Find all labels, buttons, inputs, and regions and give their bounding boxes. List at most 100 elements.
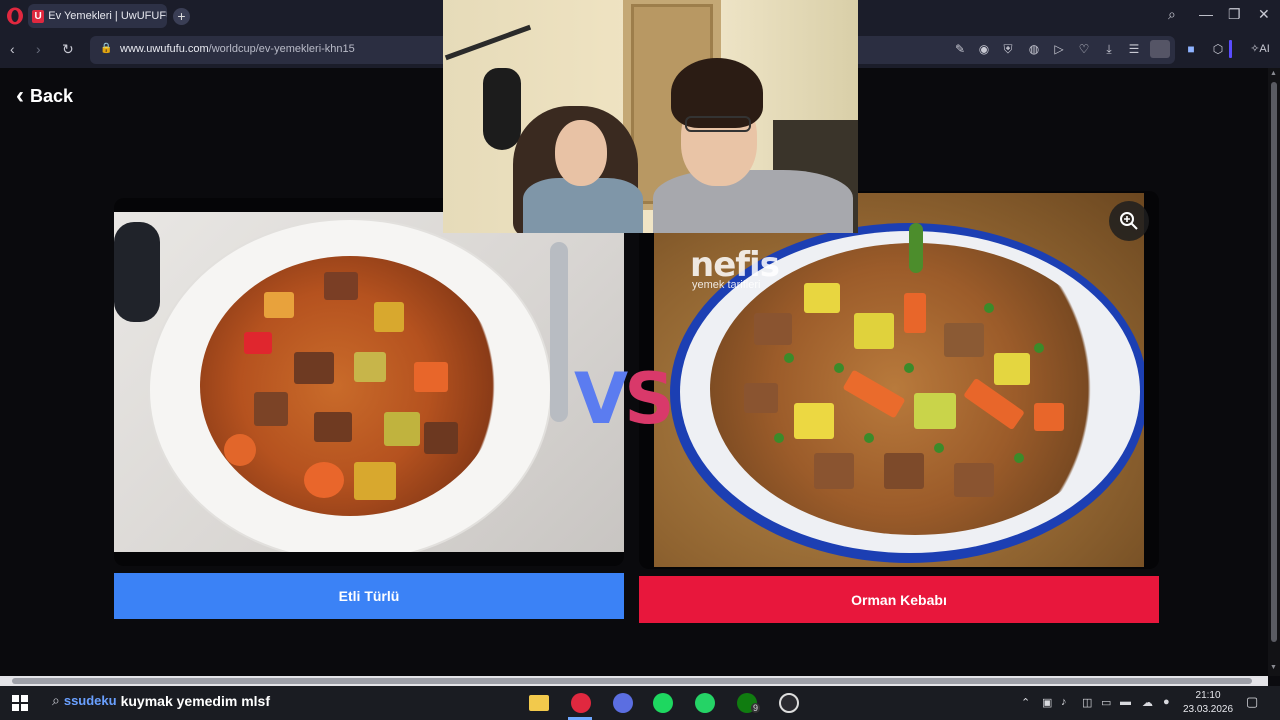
taskbar-search[interactable]: ⌕ ssudeku kuymak yemedim mlsf [52, 692, 270, 709]
streamer-1-body [523, 178, 643, 233]
meat-piece [744, 383, 778, 413]
select-right-button[interactable]: Orman Kebabı [639, 576, 1159, 623]
pea [784, 353, 794, 363]
xbox-badge: 9 [751, 703, 761, 713]
windows-taskbar: ⌕ ssudeku kuymak yemedim mlsf 9 ⌃ ▣ ♪ ◫ … [0, 686, 1280, 720]
potato-piece [994, 353, 1030, 385]
select-left-button[interactable]: Etli Türlü [114, 573, 624, 619]
cube-icon[interactable]: ⬡ [1211, 42, 1225, 56]
dill-garnish [909, 223, 923, 273]
pea [774, 433, 784, 443]
hscroll-thumb[interactable] [12, 678, 1252, 684]
search-tabs-icon[interactable]: ⌕ [1168, 6, 1176, 23]
back-button[interactable]: ‹ Back [16, 84, 73, 108]
reload-icon[interactable]: ↻ [62, 41, 74, 58]
volume-icon[interactable]: ♪ [1061, 696, 1067, 708]
url-path: /worldcup/ev-yemekleri-khn15 [208, 43, 355, 55]
heart-icon[interactable]: ♡ [1077, 42, 1091, 56]
battery-icon[interactable]: ▬ [1120, 696, 1131, 708]
tray-icon-2[interactable]: ◫ [1082, 696, 1092, 709]
discord-icon[interactable] [613, 693, 633, 713]
camera-icon[interactable]: ◉ [977, 42, 991, 56]
clock[interactable]: 21:10 23.03.2026 [1183, 689, 1233, 717]
new-tab-button[interactable]: + [173, 8, 190, 25]
carrot-piece [1034, 403, 1064, 431]
maximize-button[interactable]: ❐ [1228, 6, 1241, 23]
carrot-piece [414, 362, 448, 392]
clock-time: 21:10 [1195, 690, 1221, 701]
meat-piece [314, 412, 352, 442]
ai-label: AI [1259, 43, 1270, 55]
streamer-1-face [555, 120, 607, 186]
scroll-thumb[interactable] [1271, 82, 1277, 642]
pea [864, 433, 874, 443]
windows-start-icon[interactable] [12, 695, 28, 711]
zucchini-piece [384, 412, 420, 446]
whatsapp-icon[interactable] [695, 693, 715, 713]
sidebar-indicator [1229, 40, 1232, 58]
nefis-watermark: nefis yemek tarifleri [690, 245, 780, 291]
carrot-piece [224, 434, 256, 466]
potato-piece [374, 302, 404, 332]
potato-piece [354, 462, 396, 500]
pea [904, 363, 914, 373]
vertical-scrollbar[interactable]: ▲ ▼ [1268, 68, 1280, 676]
menu-icon[interactable]: ☰ [1127, 42, 1141, 56]
microphone-icon [483, 68, 521, 150]
left-food-image[interactable] [114, 212, 624, 552]
right-food-image[interactable]: nefis yemek tarifleri [654, 193, 1144, 567]
potato-piece [854, 313, 894, 349]
pea [1014, 453, 1024, 463]
play-icon[interactable]: ▷ [1052, 42, 1066, 56]
forward-nav-icon[interactable]: › [36, 41, 41, 57]
potato-piece [794, 403, 834, 439]
streamer-2-body [653, 170, 853, 233]
overlay-username: ssudeku [63, 693, 117, 708]
search-text: kuymak yemedim mlsf [120, 692, 270, 709]
download-icon[interactable]: ⤓ [1102, 42, 1116, 56]
meat-piece [954, 463, 994, 497]
profile-avatar[interactable] [1150, 40, 1170, 58]
tray-app-icon[interactable]: ▣ [1042, 696, 1052, 709]
meat-piece [324, 272, 358, 300]
clock-date: 23.03.2026 [1183, 704, 1234, 715]
back-label: Back [30, 85, 74, 106]
scroll-up-icon[interactable]: ▲ [1270, 70, 1277, 77]
horizontal-scrollbar[interactable] [0, 676, 1268, 686]
url-domain: www.uwufufu.com [120, 43, 209, 55]
carrot-piece [304, 462, 344, 498]
scroll-down-icon[interactable]: ▼ [1270, 664, 1277, 671]
ai-button[interactable]: ✧AI [1246, 42, 1274, 56]
zoom-button[interactable] [1109, 201, 1149, 241]
close-window-button[interactable]: ✕ [1258, 6, 1270, 23]
notifications-icon[interactable]: ▢ [1246, 694, 1258, 710]
minimize-button[interactable]: — [1199, 6, 1213, 22]
shield-icon[interactable]: ⛨ [1001, 42, 1015, 56]
back-nav-icon[interactable]: ‹ [10, 41, 15, 57]
pepper-piece [244, 332, 272, 354]
chevron-up-icon[interactable]: ⌃ [1021, 696, 1030, 709]
spoon [550, 242, 568, 422]
opera-logo-icon[interactable] [6, 7, 24, 25]
network-icon[interactable]: ☁ [1142, 696, 1153, 709]
file-explorer-icon[interactable] [529, 695, 549, 711]
spotify-icon[interactable] [653, 693, 673, 713]
obs-icon[interactable] [779, 693, 799, 713]
meat-piece [424, 422, 458, 454]
opera-icon[interactable] [571, 693, 591, 713]
pea [834, 363, 844, 373]
meat-piece [294, 352, 334, 384]
extension-icon[interactable]: ■ [1184, 42, 1198, 56]
potato-piece [804, 283, 840, 313]
url-text[interactable]: www.uwufufu.com/worldcup/ev-yemekleri-kh… [120, 43, 355, 55]
vs-v: V [574, 358, 628, 440]
left-choice-card[interactable] [114, 198, 624, 566]
edit-icon[interactable]: ✎ [953, 42, 967, 56]
tab-active[interactable]: U Ev Yemekleri | UwUFUFU [28, 4, 167, 28]
tray-icon-3[interactable]: ▭ [1101, 696, 1111, 709]
vpn-icon[interactable]: ◍ [1027, 42, 1041, 56]
zoom-in-icon [1120, 212, 1138, 230]
pea [1034, 343, 1044, 353]
mic-tray-icon[interactable]: ● [1163, 696, 1170, 708]
right-choice-card[interactable]: nefis yemek tarifleri [639, 191, 1159, 569]
